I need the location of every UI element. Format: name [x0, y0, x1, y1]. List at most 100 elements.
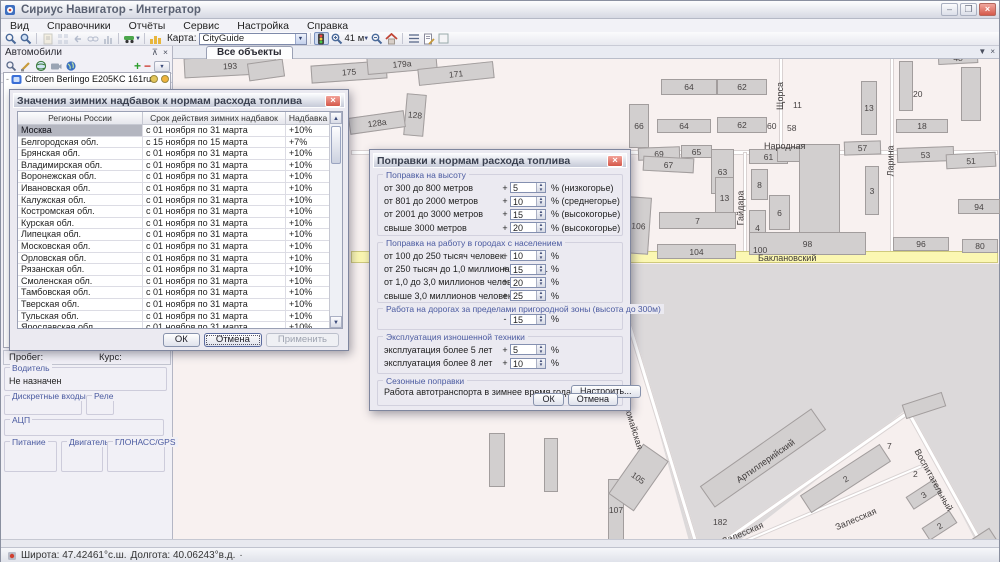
spinner-input[interactable]: 10 ▲▼	[510, 250, 546, 261]
cell-period[interactable]: с 01 ноября по 31 марта	[143, 160, 286, 172]
map-scale-value[interactable]: 41 м	[345, 33, 365, 44]
search-vehicle-icon[interactable]	[3, 60, 18, 73]
cell-value[interactable]: +10%	[286, 218, 331, 230]
table-row[interactable]: Липецкая обл. с 01 ноября по 31 марта +1…	[18, 229, 342, 241]
add-vehicle-button[interactable]: +	[134, 61, 141, 71]
column-period[interactable]: Срок действия зимних надбавок	[143, 112, 286, 125]
table-row[interactable]: Костромская обл. с 01 ноября по 31 марта…	[18, 206, 342, 218]
chart-icon[interactable]	[148, 32, 163, 45]
cell-period[interactable]: с 01 ноября по 31 марта	[143, 241, 286, 253]
cell-region[interactable]: Москва	[18, 125, 143, 137]
cell-region[interactable]: Орловская обл.	[18, 253, 143, 265]
tab-close-icon[interactable]: ×	[990, 47, 995, 56]
cell-period[interactable]: с 01 ноября по 31 марта	[143, 264, 286, 276]
cell-value[interactable]: +10%	[286, 253, 331, 265]
spinner-down-icon[interactable]: ▼	[537, 188, 545, 193]
traffic-light-icon[interactable]	[314, 32, 329, 45]
cell-value[interactable]: +10%	[286, 125, 331, 137]
cell-period[interactable]: с 01 ноября по 31 марта	[143, 183, 286, 195]
scroll-up-icon[interactable]: ▲	[330, 112, 342, 124]
cell-region[interactable]: Смоленская обл.	[18, 276, 143, 288]
table-row[interactable]: Москва с 01 ноября по 31 марта +10%	[18, 125, 342, 137]
dialog-close-icon[interactable]: ×	[325, 95, 341, 107]
table-row[interactable]: Тульская обл. с 01 ноября по 31 марта +1…	[18, 311, 342, 323]
cell-period[interactable]: с 01 ноября по 31 марта	[143, 148, 286, 160]
cell-period[interactable]: с 01 ноября по 31 марта	[143, 195, 286, 207]
spinner-input[interactable]: 10 ▲▼	[510, 358, 546, 369]
cell-period[interactable]: с 01 ноября по 31 марта	[143, 322, 286, 329]
remove-vehicle-button[interactable]: −	[144, 61, 151, 71]
edit-icon[interactable]	[18, 60, 33, 73]
menu-item[interactable]: Вид	[1, 20, 38, 32]
panel-close-icon[interactable]: ×	[163, 47, 168, 58]
spinner-value[interactable]: 5	[511, 345, 536, 354]
table-row[interactable]: Смоленская обл. с 01 ноября по 31 марта …	[18, 276, 342, 288]
dialog-title-bar[interactable]: Поправки к нормам расхода топлива ×	[373, 153, 627, 168]
cell-region[interactable]: Курская обл.	[18, 218, 143, 230]
spinner-down-icon[interactable]: ▼	[537, 296, 545, 301]
search-object-icon[interactable]	[3, 32, 18, 45]
cell-value[interactable]: +10%	[286, 311, 331, 323]
globe-icon[interactable]	[33, 60, 48, 73]
table-row[interactable]: Владимирская обл. с 01 ноября по 31 март…	[18, 160, 342, 172]
cell-region[interactable]: Брянская обл.	[18, 148, 143, 160]
tab-all-objects[interactable]: Все объекты	[206, 46, 293, 59]
spinner-value[interactable]: 5	[511, 183, 536, 192]
dialog-close-icon[interactable]: ×	[607, 155, 623, 167]
apply-button[interactable]: Применить	[266, 333, 339, 347]
cell-value[interactable]: +10%	[286, 160, 331, 172]
cell-region[interactable]: Костромская обл.	[18, 206, 143, 218]
menu-item[interactable]: Отчёты	[120, 20, 175, 32]
column-region[interactable]: Регионы России	[18, 112, 143, 125]
table-row[interactable]: Московская обл. с 01 ноября по 31 марта …	[18, 241, 342, 253]
cell-region[interactable]: Ивановская обл.	[18, 183, 143, 195]
cell-region[interactable]: Владимирская обл.	[18, 160, 143, 172]
dialog-title-bar[interactable]: Значения зимних надбавок к нормам расход…	[13, 93, 345, 108]
edit-document-icon[interactable]	[421, 32, 436, 45]
spinner-down-icon[interactable]: ▼	[537, 350, 545, 355]
minimize-button[interactable]: –	[941, 3, 958, 16]
spinner-down-icon[interactable]: ▼	[537, 201, 545, 206]
spinner-input[interactable]: 15 ▲▼	[510, 314, 546, 325]
spinner-down-icon[interactable]: ▼	[537, 256, 545, 261]
cell-period[interactable]: с 01 ноября по 31 марта	[143, 299, 286, 311]
cell-value[interactable]: +10%	[286, 229, 331, 241]
close-button[interactable]: ×	[979, 3, 996, 16]
cell-period[interactable]: с 01 ноября по 31 марта	[143, 125, 286, 137]
cell-value[interactable]: +10%	[286, 264, 331, 276]
cell-value[interactable]: +10%	[286, 287, 331, 299]
cell-value[interactable]: +10%	[286, 148, 331, 160]
cell-value[interactable]: +10%	[286, 206, 331, 218]
cell-region[interactable]: Тверская обл.	[18, 299, 143, 311]
tree-expand-icon[interactable]: -	[6, 74, 9, 84]
ok-button[interactable]: ОК	[163, 333, 200, 347]
cancel-button[interactable]: Отмена	[204, 333, 262, 347]
table-row[interactable]: Белгородская обл. с 15 ноября по 15 март…	[18, 137, 342, 149]
cell-period[interactable]: с 01 ноября по 31 марта	[143, 253, 286, 265]
spinner-down-icon[interactable]: ▼	[537, 363, 545, 368]
home-icon[interactable]	[384, 32, 399, 45]
scroll-thumb[interactable]	[331, 126, 341, 164]
table-row[interactable]: Рязанская обл. с 01 ноября по 31 марта +…	[18, 264, 342, 276]
cell-region[interactable]: Тульская обл.	[18, 311, 143, 323]
scroll-down-icon[interactable]: ▼	[330, 316, 342, 328]
cell-value[interactable]: +10%	[286, 183, 331, 195]
menu-item[interactable]: Справочники	[38, 20, 120, 32]
pin-icon[interactable]: ⊼	[152, 47, 158, 58]
restore-button[interactable]: ❒	[960, 3, 977, 16]
table-row[interactable]: Ивановская обл. с 01 ноября по 31 марта …	[18, 183, 342, 195]
cell-value[interactable]: +10%	[286, 195, 331, 207]
menu-item[interactable]: Сервис	[174, 20, 228, 32]
view-dropdown-icon[interactable]: ▼	[154, 61, 170, 72]
menu-item[interactable]: Справка	[298, 20, 357, 32]
camera-icon[interactable]	[48, 60, 63, 73]
spinner-input[interactable]: 15 ▲▼	[510, 209, 546, 220]
cell-region[interactable]: Тамбовская обл.	[18, 287, 143, 299]
cell-value[interactable]: +10%	[286, 241, 331, 253]
vehicle-dropdown-icon[interactable]: ▼	[135, 36, 141, 42]
spinner-down-icon[interactable]: ▼	[537, 282, 545, 287]
cell-region[interactable]: Воронежская обл.	[18, 171, 143, 183]
search-address-icon[interactable]	[18, 32, 33, 45]
spinner-value[interactable]: 15	[511, 210, 536, 219]
spinner-down-icon[interactable]: ▼	[537, 214, 545, 219]
